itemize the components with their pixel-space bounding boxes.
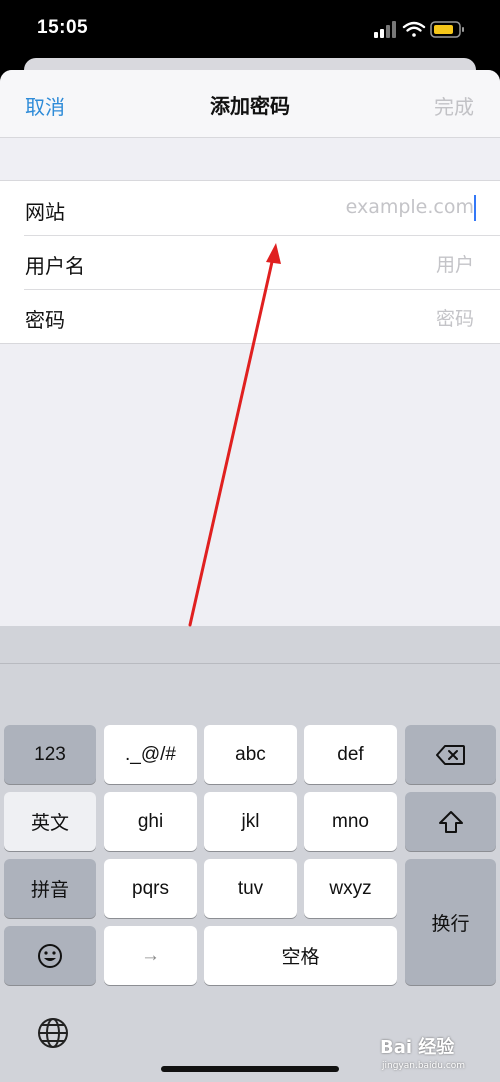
keyboard-candidate-bar [0, 626, 500, 664]
key-wxyz[interactable]: wxyz [304, 859, 397, 918]
username-label: 用户名 [25, 254, 85, 278]
shift-key[interactable] [405, 792, 496, 851]
keyboard: 123 ._@/# abc def 英文 ghi jkl mno 拼音 pqrs… [0, 626, 500, 1082]
password-label: 密码 [25, 308, 65, 332]
website-input[interactable]: example.com [346, 196, 474, 218]
backspace-icon [435, 744, 465, 765]
username-row[interactable]: 用户名 用户 [0, 235, 500, 289]
nav-bar: 取消 添加密码 完成 [0, 70, 500, 138]
key-abc[interactable]: abc [204, 725, 297, 784]
key-pqrs[interactable]: pqrs [104, 859, 197, 918]
wifi-icon [402, 21, 426, 37]
key-123[interactable]: 123 [4, 725, 96, 784]
status-time: 15:05 [37, 17, 89, 38]
key-punctuation[interactable]: ._@/# [104, 725, 197, 784]
status-icons [374, 20, 474, 40]
password-input[interactable]: 密码 [436, 304, 474, 331]
password-form: 网站 example.com 用户名 用户 密码 密码 [0, 180, 500, 344]
baidu-watermark: Bai 经验 [380, 1037, 455, 1058]
key-tuv[interactable]: tuv [204, 859, 297, 918]
key-ghi[interactable]: ghi [104, 792, 197, 851]
text-caret [474, 195, 476, 221]
page-title: 添加密码 [210, 94, 290, 118]
globe-icon[interactable] [36, 1016, 70, 1054]
return-key[interactable]: 换行 [405, 859, 496, 985]
shift-icon [438, 810, 463, 833]
key-mno[interactable]: mno [304, 792, 397, 851]
key-def[interactable]: def [304, 725, 397, 784]
signal-icon [374, 21, 396, 38]
done-button[interactable]: 完成 [434, 91, 474, 120]
website-row[interactable]: 网站 example.com [0, 181, 500, 235]
key-jkl[interactable]: jkl [204, 792, 297, 851]
backspace-key[interactable] [405, 725, 496, 784]
key-pinyin[interactable]: 拼音 [4, 859, 96, 918]
key-english[interactable]: 英文 [4, 792, 96, 851]
home-indicator [161, 1066, 339, 1072]
status-bar: 15:05 [0, 0, 500, 62]
website-label: 网站 [25, 200, 65, 224]
emoji-icon [38, 943, 62, 968]
password-row[interactable]: 密码 密码 [0, 289, 500, 343]
username-input[interactable]: 用户 [436, 250, 474, 277]
baidu-watermark-url: jingyan.baidu.com [382, 1061, 466, 1071]
key-next-arrow[interactable]: → [104, 926, 197, 985]
space-key[interactable]: 空格 [204, 926, 397, 985]
emoji-key[interactable] [4, 926, 96, 985]
add-password-sheet: 取消 添加密码 完成 网站 example.com 用户名 用户 密码 密码 1… [0, 70, 500, 1082]
battery-icon [430, 21, 464, 38]
